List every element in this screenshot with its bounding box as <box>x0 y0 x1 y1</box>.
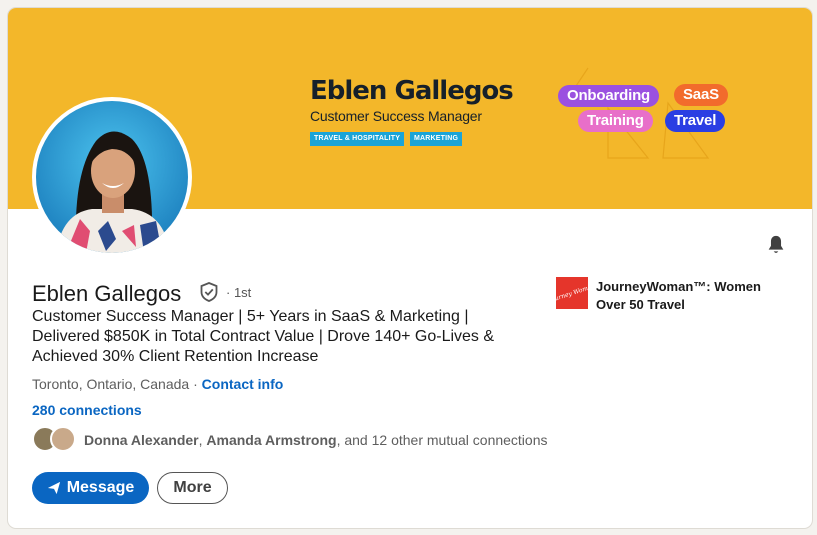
profile-card: Eblen Gallegos Customer Success Manager … <box>8 8 812 528</box>
banner-tag-travel: TRAVEL & HOSPITALITY <box>310 132 405 146</box>
mutual-name-2: Amanda Armstrong <box>206 432 337 448</box>
mutual-name-1: Donna Alexander <box>84 432 199 448</box>
connections-link[interactable]: 280 connections <box>32 402 142 418</box>
avatar <box>36 101 188 253</box>
more-button[interactable]: More <box>157 472 228 504</box>
verified-icon[interactable] <box>200 282 218 302</box>
mutual-rest: , and 12 other mutual connections <box>336 432 548 448</box>
banner-pill-training: Training <box>578 110 653 132</box>
profile-location-line: Toronto, Ontario, Canada · Contact info <box>32 376 283 392</box>
bell-icon[interactable] <box>765 234 787 256</box>
location-separator: · <box>189 376 202 392</box>
profile-name: Eblen Gallegos <box>32 281 182 306</box>
banner-pill-onboarding: Onboarding <box>558 85 659 107</box>
send-icon <box>47 481 60 495</box>
message-button-label: Message <box>66 479 135 496</box>
banner-tag-marketing: MARKETING <box>410 132 463 146</box>
mutual-avatars[interactable] <box>32 426 78 454</box>
banner-role: Customer Success Manager <box>310 108 482 124</box>
location-text: Toronto, Ontario, Canada <box>32 376 190 392</box>
banner-pill-travel: Travel <box>665 110 726 132</box>
contact-info-link[interactable]: Contact info <box>202 376 284 392</box>
company-logo[interactable]: Journey Woman <box>556 277 588 309</box>
mutual-avatar-2 <box>50 426 76 452</box>
company-name-link[interactable]: JourneyWoman™: Women Over 50 Travel <box>596 278 786 314</box>
banner-pill-saas: SaaS <box>674 84 728 106</box>
profile-photo[interactable] <box>32 97 192 257</box>
mutual-connections-link[interactable]: Donna Alexander, Amanda Armstrong, and 1… <box>84 432 548 448</box>
banner-name: Eblen Gallegos <box>310 76 514 106</box>
profile-headline: Customer Success Manager | 5+ Years in S… <box>32 308 495 365</box>
message-button[interactable]: Message <box>32 472 149 504</box>
connection-degree: · 1st <box>226 285 252 300</box>
